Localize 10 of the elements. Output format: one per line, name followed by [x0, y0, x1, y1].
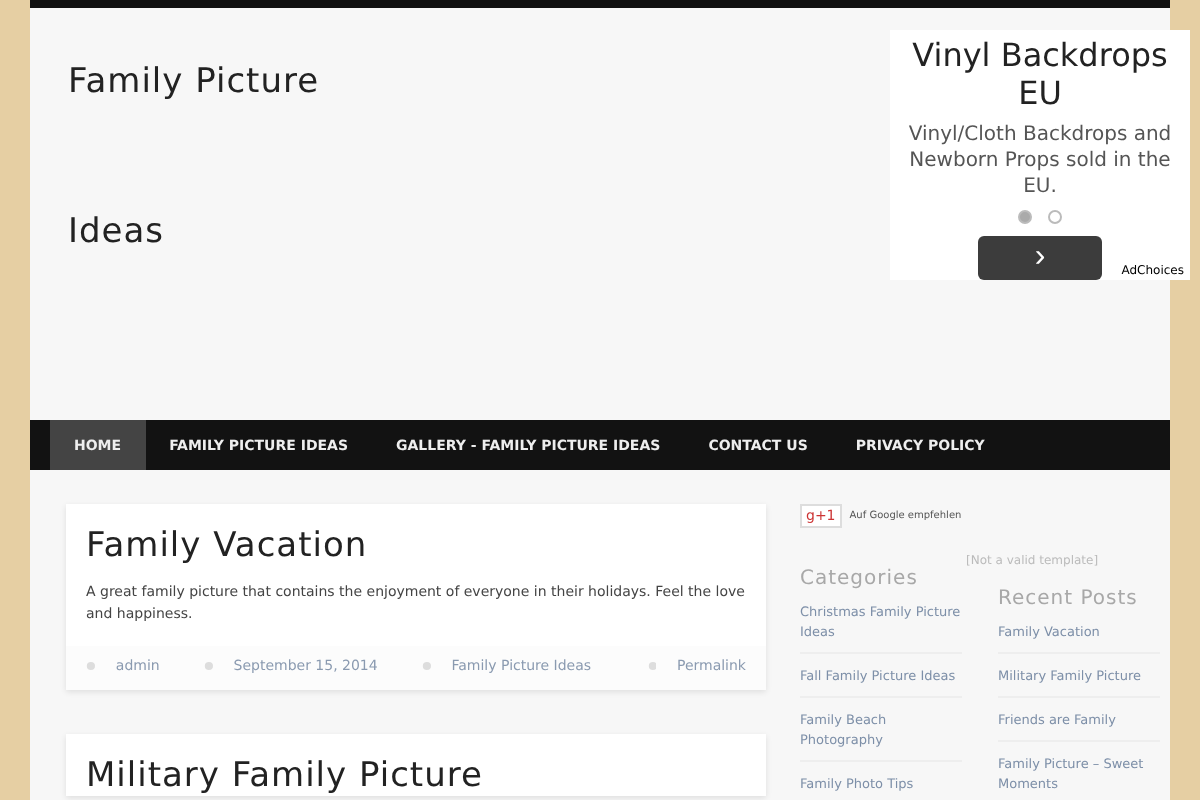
site-title[interactable]: Family Picture Ideas: [30, 8, 320, 420]
post-title[interactable]: Family Vacation: [66, 504, 766, 566]
widget-title: Categories: [800, 568, 920, 590]
ad-text: Vinyl/Cloth Backdrops and Newborn Props sold in the EU.: [906, 122, 1174, 200]
post-title[interactable]: Military Family Picture: [66, 734, 766, 796]
carousel-dot[interactable]: [1018, 210, 1032, 224]
widget-title: Recent Posts: [998, 588, 1140, 610]
carousel-dot[interactable]: [1048, 210, 1062, 224]
next-button[interactable]: ›: [978, 236, 1102, 280]
ad-headline[interactable]: Vinyl Backdrops EU: [890, 36, 1190, 112]
